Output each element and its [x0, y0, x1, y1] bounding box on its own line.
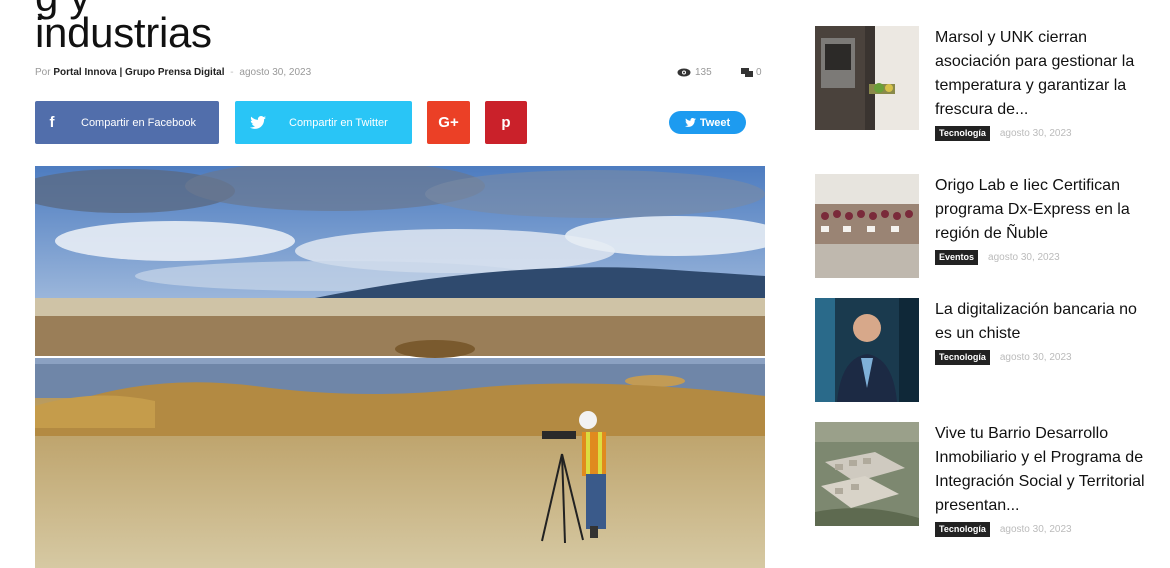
googleplus-icon: G+: [438, 114, 459, 131]
share-facebook-button[interactable]: f Compartir en Facebook: [35, 101, 219, 144]
post-date: agosto 30, 2023: [999, 524, 1072, 535]
comments-count: 0: [756, 67, 762, 78]
article-meta: Por Portal Innova | Grupo Prensa Digital…: [35, 67, 765, 83]
tweet-label: Tweet: [699, 116, 731, 129]
post-meta: Tecnología agosto 30, 2023: [935, 126, 1155, 141]
article-date: agosto 30, 2023: [239, 67, 312, 78]
post-thumbnail[interactable]: [815, 422, 919, 526]
post-meta: Tecnología agosto 30, 2023: [935, 522, 1155, 537]
landscape-photo: [35, 166, 765, 568]
byline-prefix: Por: [35, 67, 51, 78]
post-title[interactable]: Marsol y UNK cierran asociación para ges…: [935, 26, 1155, 122]
article-main: g y industrias Por Portal Innova | Grupo…: [35, 0, 765, 568]
sidebar: Marsol y UNK cierran asociación para ges…: [815, 0, 1155, 568]
post-title[interactable]: Vive tu Barrio Desarrollo Inmobiliario y…: [935, 422, 1155, 518]
twitter-bird-icon: [241, 116, 275, 129]
category-badge[interactable]: Tecnología: [935, 350, 990, 365]
author-link[interactable]: Portal Innova | Grupo Prensa Digital: [53, 67, 224, 78]
pinterest-icon: p: [501, 114, 511, 131]
facebook-icon: f: [49, 114, 55, 131]
post-date: agosto 30, 2023: [999, 352, 1072, 363]
share-buttons: f Compartir en Facebook Compartir en Twi…: [35, 101, 765, 144]
tweet-button[interactable]: Tweet: [669, 111, 746, 134]
group-photo: [815, 174, 919, 278]
portrait-photo: [815, 298, 919, 402]
post-thumbnail[interactable]: [815, 174, 919, 278]
hero-image: [35, 166, 765, 568]
article-title-line-2: industrias: [35, 9, 212, 56]
post-thumbnail[interactable]: [815, 298, 919, 402]
share-facebook-label: Compartir en Facebook: [81, 116, 196, 129]
comment-icon: [741, 68, 753, 77]
share-twitter-button[interactable]: Compartir en Twitter: [235, 101, 412, 144]
post-title[interactable]: La digitalización bancaria no es un chis…: [935, 298, 1155, 346]
views-count: 135: [695, 67, 712, 78]
tweet-bird-icon: [684, 118, 696, 127]
post-date: agosto 30, 2023: [999, 128, 1072, 139]
post-date: agosto 30, 2023: [988, 252, 1060, 263]
share-pinterest-button[interactable]: p: [485, 101, 527, 144]
post-thumbnail[interactable]: [815, 26, 919, 130]
share-googleplus-button[interactable]: G+: [427, 101, 470, 144]
category-badge[interactable]: Tecnología: [935, 126, 990, 141]
comments-counter[interactable]: 0: [741, 67, 762, 78]
meta-separator: -: [230, 67, 234, 78]
share-twitter-label: Compartir en Twitter: [289, 116, 388, 129]
kitchen-photo: [815, 26, 919, 130]
category-badge[interactable]: Eventos: [935, 250, 979, 265]
post-title[interactable]: Origo Lab e Iiec Certifican programa Dx-…: [935, 174, 1155, 246]
category-badge[interactable]: Tecnología: [935, 522, 990, 537]
views-counter: 135: [677, 67, 712, 78]
post-meta: Eventos agosto 30, 2023: [935, 250, 1155, 265]
eye-icon: [677, 68, 691, 77]
housing-aerial-photo: [815, 422, 919, 526]
post-meta: Tecnología agosto 30, 2023: [935, 350, 1155, 365]
